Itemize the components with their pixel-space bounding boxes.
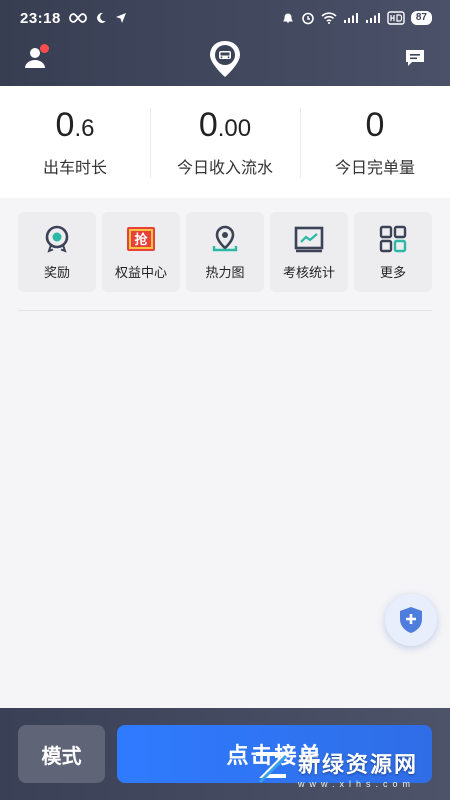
grab-badge-icon: 抢 bbox=[126, 224, 156, 254]
status-bar: 23:18 87 bbox=[0, 0, 450, 36]
infinity-icon bbox=[68, 13, 87, 23]
svg-text:抢: 抢 bbox=[134, 232, 148, 248]
moon-icon bbox=[96, 12, 106, 23]
tile-label: 奖励 bbox=[43, 264, 70, 280]
status-left-icons bbox=[68, 12, 127, 24]
stat-int: 0 bbox=[365, 106, 385, 144]
stat-value: 0 bbox=[366, 106, 385, 148]
stat-label: 出车时长 bbox=[42, 160, 107, 177]
stat-value: 0.6 bbox=[56, 106, 95, 148]
bell-off-icon bbox=[283, 13, 293, 23]
tile-label: 更多 bbox=[379, 264, 406, 280]
mode-button[interactable]: 模式 bbox=[18, 725, 105, 783]
tile-label: 热力图 bbox=[205, 264, 245, 280]
stat-label: 今日收入流水 bbox=[176, 160, 273, 177]
stats-panel: 0.6 出车时长 0.00 今日收入流水 0 今日完单量 bbox=[0, 86, 450, 198]
car-logo-icon bbox=[208, 40, 242, 78]
watermark-title: 新绿资源网 bbox=[298, 752, 419, 777]
divider bbox=[18, 310, 432, 311]
main-panel: 奖励 抢 权益中心 热力图 考核统计 更多 bbox=[0, 198, 450, 708]
battery-level: 87 bbox=[410, 11, 432, 25]
stat-label: 今日完单量 bbox=[334, 160, 415, 177]
signal-4g-icon bbox=[343, 13, 358, 23]
safety-fab[interactable] bbox=[385, 594, 437, 646]
quick-tiles: 奖励 抢 权益中心 热力图 考核统计 更多 bbox=[18, 212, 432, 292]
alarm-icon bbox=[302, 12, 314, 25]
location-pin-icon bbox=[210, 224, 240, 254]
app-header: 23:18 87 bbox=[0, 0, 450, 86]
stat-today-income: 0.00 今日收入流水 bbox=[150, 86, 300, 198]
status-right-icons: 87 bbox=[281, 11, 432, 25]
watermark: 新绿资源网 www.xlhs.com bbox=[250, 744, 440, 792]
tile-label: 考核统计 bbox=[282, 264, 335, 280]
message-icon bbox=[406, 50, 424, 66]
chart-icon bbox=[294, 224, 324, 254]
wifi-icon bbox=[321, 12, 337, 24]
stat-today-orders: 0 今日完单量 bbox=[300, 86, 450, 198]
shield-plus-icon bbox=[400, 607, 422, 633]
profile-button[interactable] bbox=[24, 44, 50, 72]
tile-benefits[interactable]: 抢 权益中心 bbox=[102, 212, 180, 292]
message-button[interactable] bbox=[404, 47, 426, 69]
stat-int: 0 bbox=[55, 106, 75, 144]
tile-assessment[interactable]: 考核统计 bbox=[270, 212, 348, 292]
reward-icon bbox=[42, 224, 72, 254]
watermark-text: 新绿资源网 www.xlhs.com bbox=[298, 747, 418, 789]
grid-icon bbox=[378, 224, 408, 254]
tile-more[interactable]: 更多 bbox=[354, 212, 432, 292]
signal-4g-icon bbox=[365, 13, 380, 23]
stat-online-duration: 0.6 出车时长 bbox=[0, 86, 150, 198]
watermark-logo-icon bbox=[256, 752, 291, 784]
watermark-url: www.xlhs.com bbox=[298, 779, 416, 789]
tile-label: 权益中心 bbox=[114, 264, 167, 280]
tile-reward[interactable]: 奖励 bbox=[18, 212, 96, 292]
stat-value: 0.00 bbox=[199, 106, 251, 148]
navigation-icon bbox=[115, 13, 126, 23]
stat-int: 0 bbox=[198, 106, 218, 144]
notification-dot bbox=[40, 44, 49, 53]
top-nav bbox=[0, 36, 450, 86]
tile-heatmap[interactable]: 热力图 bbox=[186, 212, 264, 292]
stat-dec: .00 bbox=[217, 115, 252, 142]
hd-icon bbox=[387, 11, 405, 25]
status-time: 23:18 bbox=[20, 9, 61, 27]
stat-dec: .6 bbox=[74, 115, 95, 142]
